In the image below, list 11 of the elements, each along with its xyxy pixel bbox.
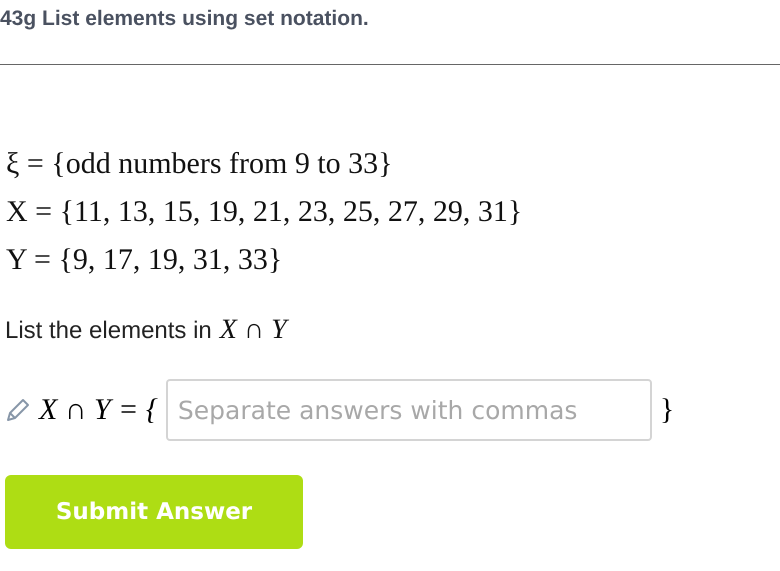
prompt-text: List the elements in — [5, 317, 212, 345]
set-definition: ξ = {odd numbers from 9 to 33} — [6, 146, 393, 182]
answer-field[interactable]: Separate answers with commas — [166, 379, 652, 441]
set-definition: X = {11, 13, 15, 19, 21, 23, 25, 27, 29, 31} — [6, 194, 522, 230]
pencil-icon — [5, 397, 31, 423]
prompt-math: X ∩ Y — [220, 307, 287, 353]
answer-label: X ∩ Y = { — [39, 393, 158, 427]
set-definition: Y = {9, 17, 19, 31, 33} — [6, 242, 282, 278]
closing-brace: } — [660, 393, 674, 427]
submit-button[interactable]: Submit Answer — [5, 475, 303, 549]
question-title: 43g List elements using set notation. — [0, 6, 370, 32]
